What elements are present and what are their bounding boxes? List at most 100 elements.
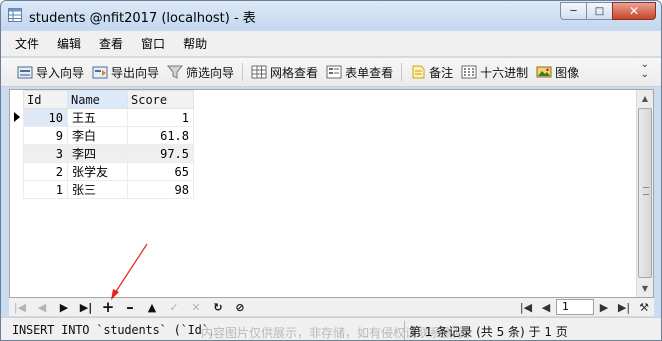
sql-preview: INSERT INTO `students` (`Id`, `Na	[12, 323, 212, 337]
toolbar-overflow-button[interactable]: ⌄ ⌄	[641, 60, 649, 80]
cross-icon: ✕	[191, 300, 201, 314]
cell-name[interactable]: 王五	[67, 108, 128, 127]
record-status: 第 1 条记录 (共 5 条) 于 1 页	[409, 325, 568, 339]
cell-score[interactable]: 1	[127, 108, 194, 127]
title-bar[interactable]: students @nfit2017 (localhost) - 表 ─ □ ✕	[1, 1, 661, 30]
cell-name[interactable]: 张三	[67, 180, 128, 199]
cell-id[interactable]: 10	[23, 108, 68, 127]
tools-icon: ⚒	[639, 300, 649, 314]
table-row[interactable]: 9 李白 61.8	[23, 126, 194, 145]
filter-icon	[167, 65, 184, 79]
window-title: students @nfit2017 (localhost) - 表	[29, 11, 256, 26]
table-row[interactable]: 1 张三 98	[23, 180, 194, 199]
refresh-button[interactable]: ↻	[207, 299, 229, 315]
cell-score[interactable]: 98	[127, 180, 194, 199]
table-header-row: Id Name Score	[23, 90, 194, 109]
paging-settings-button[interactable]: ⚒	[634, 299, 654, 315]
scroll-up-button[interactable]: ▲	[637, 90, 653, 107]
menu-view[interactable]: 查看	[90, 35, 132, 52]
first-record-button[interactable]: |◀	[9, 299, 31, 315]
table-row[interactable]: 2 张学友 65	[23, 162, 194, 181]
edit-record-button[interactable]: ▲	[141, 299, 163, 315]
cell-score[interactable]: 97.5	[127, 144, 194, 163]
hex-label: 十六进制	[480, 65, 529, 80]
import-icon	[17, 66, 33, 79]
refresh-icon: ↻	[213, 300, 223, 314]
cell-name[interactable]: 李白	[67, 126, 128, 145]
stop-icon: ⊘	[235, 300, 245, 314]
column-header-name[interactable]: Name	[67, 90, 128, 109]
toolbar: 导入向导 导出向导 筛选向导 网格查看 表单查看 备注 十六进制 图像 ⌄ ⌄	[1, 58, 661, 87]
import-wizard-button[interactable]: 导入向导	[13, 61, 88, 83]
memo-button[interactable]: 备注	[406, 61, 457, 83]
first-page-button[interactable]: |◀	[516, 299, 536, 315]
table-row[interactable]: 3 李四 97.5	[23, 144, 194, 163]
table-window: students @nfit2017 (localhost) - 表 ─ □ ✕…	[0, 0, 662, 341]
memo-label: 备注	[429, 65, 454, 80]
table-row[interactable]: 10 王五 1	[23, 108, 194, 127]
maximize-icon: □	[594, 5, 605, 17]
close-button[interactable]: ✕	[612, 2, 656, 20]
filter-wizard-label: 筛选向导	[186, 65, 235, 80]
first-page-icon: |◀	[519, 300, 533, 314]
form-view-label: 表单查看	[345, 65, 394, 80]
paging-controls: |◀ ◀ 1 ▶ ▶| ⚒	[516, 298, 654, 316]
prior-record-button[interactable]: ◀	[31, 299, 53, 315]
image-icon	[536, 66, 552, 78]
column-header-id[interactable]: Id	[23, 90, 68, 109]
last-page-button[interactable]: ▶|	[614, 299, 634, 315]
last-record-icon: ▶|	[79, 300, 93, 314]
grid-view-button[interactable]: 网格查看	[247, 61, 322, 83]
image-button[interactable]: 图像	[532, 61, 583, 83]
cell-id[interactable]: 9	[23, 126, 68, 145]
next-record-button[interactable]: ▶	[53, 299, 75, 315]
scroll-down-button[interactable]: ▼	[637, 280, 653, 297]
form-view-button[interactable]: 表单查看	[322, 61, 397, 83]
hex-button[interactable]: 十六进制	[457, 61, 532, 83]
menu-window[interactable]: 窗口	[132, 35, 174, 52]
cell-name[interactable]: 李四	[67, 144, 128, 163]
cell-score[interactable]: 61.8	[127, 126, 194, 145]
results-table: Id Name Score 10 王五 1 9 李白 61.8 3 李四 97.…	[23, 90, 194, 199]
last-record-button[interactable]: ▶|	[75, 299, 97, 315]
cell-id[interactable]: 3	[23, 144, 68, 163]
current-row-arrow-icon	[14, 112, 20, 122]
apply-changes-button[interactable]: ✓	[163, 299, 185, 315]
cell-score[interactable]: 65	[127, 162, 194, 181]
next-page-icon: ▶	[599, 300, 609, 314]
menu-edit[interactable]: 编辑	[48, 35, 90, 52]
toolbar-divider	[401, 63, 403, 81]
cell-id[interactable]: 2	[23, 162, 68, 181]
cell-name[interactable]: 张学友	[67, 162, 128, 181]
next-page-button[interactable]: ▶	[594, 299, 614, 315]
scroll-thumb[interactable]	[638, 108, 652, 278]
status-divider	[404, 321, 405, 340]
cell-id[interactable]: 1	[23, 180, 68, 199]
menu-file[interactable]: 文件	[1, 35, 48, 52]
menu-help[interactable]: 帮助	[174, 35, 216, 52]
add-record-button[interactable]: +	[97, 298, 119, 316]
toolbar-divider	[242, 63, 244, 81]
column-header-score[interactable]: Score	[127, 90, 194, 109]
stop-button[interactable]: ⊘	[229, 299, 251, 315]
table-icon	[8, 8, 22, 22]
plus-icon: +	[101, 298, 115, 316]
maximize-button[interactable]: □	[586, 2, 612, 20]
prev-page-button[interactable]: ◀	[536, 299, 556, 315]
page-number-input[interactable]: 1	[556, 299, 594, 315]
next-record-icon: ▶	[59, 300, 69, 314]
export-icon	[92, 66, 108, 79]
minus-icon: –	[126, 298, 134, 316]
grid-view-icon	[251, 65, 267, 79]
export-wizard-button[interactable]: 导出向导	[88, 61, 163, 83]
export-wizard-label: 导出向导	[111, 65, 160, 80]
discard-changes-button[interactable]: ✕	[185, 299, 207, 315]
minimize-button[interactable]: ─	[560, 2, 586, 20]
vertical-scrollbar[interactable]: ▲ ▼	[636, 90, 653, 297]
minimize-icon: ─	[570, 5, 577, 17]
delete-record-button[interactable]: –	[119, 298, 141, 316]
chevron-double-down-icon: ⌄ ⌄	[640, 59, 649, 80]
close-icon: ✕	[628, 4, 640, 18]
chevron-down-icon: ▼	[641, 284, 649, 293]
filter-wizard-button[interactable]: 筛选向导	[163, 61, 238, 83]
